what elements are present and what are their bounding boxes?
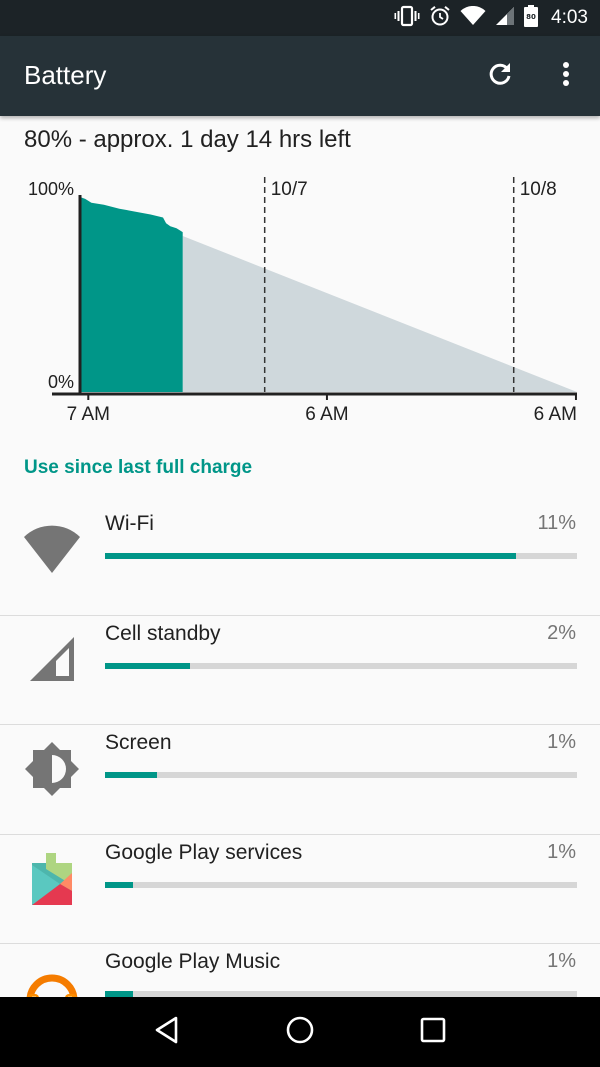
usage-item-wi-fi[interactable]: Wi-Fi 11% bbox=[0, 506, 600, 616]
usage-item-cell-standby[interactable]: Cell standby 2% bbox=[0, 616, 600, 725]
refresh-button[interactable] bbox=[480, 56, 520, 96]
usage-item-bar-fill bbox=[105, 662, 190, 669]
x-tick-label: 6 AM bbox=[534, 404, 577, 425]
cell-signal-icon bbox=[495, 6, 515, 31]
usage-item-bar bbox=[105, 772, 577, 778]
wifi-icon bbox=[22, 520, 82, 580]
day-marker-label: 10/7 bbox=[271, 179, 308, 200]
home-button[interactable] bbox=[270, 1002, 330, 1062]
usage-item-google-play-music[interactable]: Google Play Music 1% bbox=[0, 944, 600, 997]
alarm-icon bbox=[429, 5, 451, 32]
usage-item-bar-fill bbox=[105, 881, 134, 888]
usage-item-label: Google Play Music bbox=[105, 950, 281, 973]
usage-item-label: Screen bbox=[105, 731, 172, 754]
usage-item-percent: 1% bbox=[547, 731, 576, 753]
content: 80% - approx. 1 day 14 hrs left 10/7 10/8… bbox=[0, 116, 600, 997]
status-icons: 80 4:03 bbox=[394, 0, 588, 36]
usage-item-percent: 2% bbox=[547, 621, 576, 644]
more-options-button[interactable] bbox=[546, 56, 586, 96]
battery-history-chart: 10/7 10/8 100% 0% 7 AM 6 AM 6 AM bbox=[28, 177, 577, 425]
recents-button[interactable] bbox=[403, 1002, 463, 1062]
recents-icon bbox=[420, 1017, 446, 1048]
usage-item-screen[interactable]: Screen 1% bbox=[0, 725, 600, 835]
wifi-icon bbox=[460, 5, 486, 31]
usage-item-bar bbox=[105, 662, 577, 669]
app-bar: Battery bbox=[0, 36, 600, 116]
back-icon bbox=[154, 1016, 180, 1049]
usage-item-label: Cell standby bbox=[105, 621, 221, 645]
usage-item-percent: 11% bbox=[537, 512, 576, 534]
usage-item-bar bbox=[105, 881, 577, 888]
more-options-icon bbox=[562, 61, 570, 92]
battery-icon: 80 bbox=[524, 4, 539, 32]
page-title: Battery bbox=[24, 60, 107, 90]
navigation-bar bbox=[0, 997, 600, 1067]
usage-list: Wi-Fi 11% Cell standby 2% Screen 1% Google Pla… bbox=[0, 506, 600, 997]
usage-item-label: Google Play services bbox=[105, 840, 303, 864]
brightness-icon bbox=[22, 739, 82, 799]
x-tick-label: 7 AM bbox=[67, 404, 110, 425]
day-marker-label: 10/8 bbox=[520, 179, 557, 200]
status-time: 4:03 bbox=[551, 7, 588, 28]
usage-item-bar bbox=[105, 553, 577, 559]
refresh-icon bbox=[486, 60, 514, 93]
app-actions bbox=[480, 56, 586, 96]
home-icon bbox=[285, 1015, 315, 1050]
usage-item-bar-fill bbox=[105, 772, 157, 778]
history-area bbox=[80, 197, 183, 392]
projection-area bbox=[182, 236, 577, 392]
battery-summary: 80% - approx. 1 day 14 hrs left bbox=[24, 126, 351, 153]
usage-item-percent: 1% bbox=[547, 950, 576, 972]
usage-item-percent: 1% bbox=[547, 840, 576, 863]
x-tick-label: 6 AM bbox=[305, 404, 348, 425]
back-button[interactable] bbox=[137, 1002, 197, 1062]
usage-item-google-play-services[interactable]: Google Play services 1% bbox=[0, 835, 600, 944]
google-play-services-icon bbox=[22, 849, 82, 909]
usage-item-label: Wi-Fi bbox=[105, 512, 154, 535]
status-bar: 80 4:03 bbox=[0, 0, 600, 36]
y-label-min: 0% bbox=[48, 372, 74, 392]
y-label-max: 100% bbox=[28, 179, 74, 199]
vibrate-icon bbox=[394, 5, 420, 32]
usage-item-bar-fill bbox=[105, 553, 516, 559]
google-play-music-icon bbox=[22, 958, 82, 997]
cell-signal-icon bbox=[22, 630, 82, 690]
svg-text:80: 80 bbox=[526, 13, 536, 21]
section-header: Use since last full charge bbox=[24, 457, 253, 478]
